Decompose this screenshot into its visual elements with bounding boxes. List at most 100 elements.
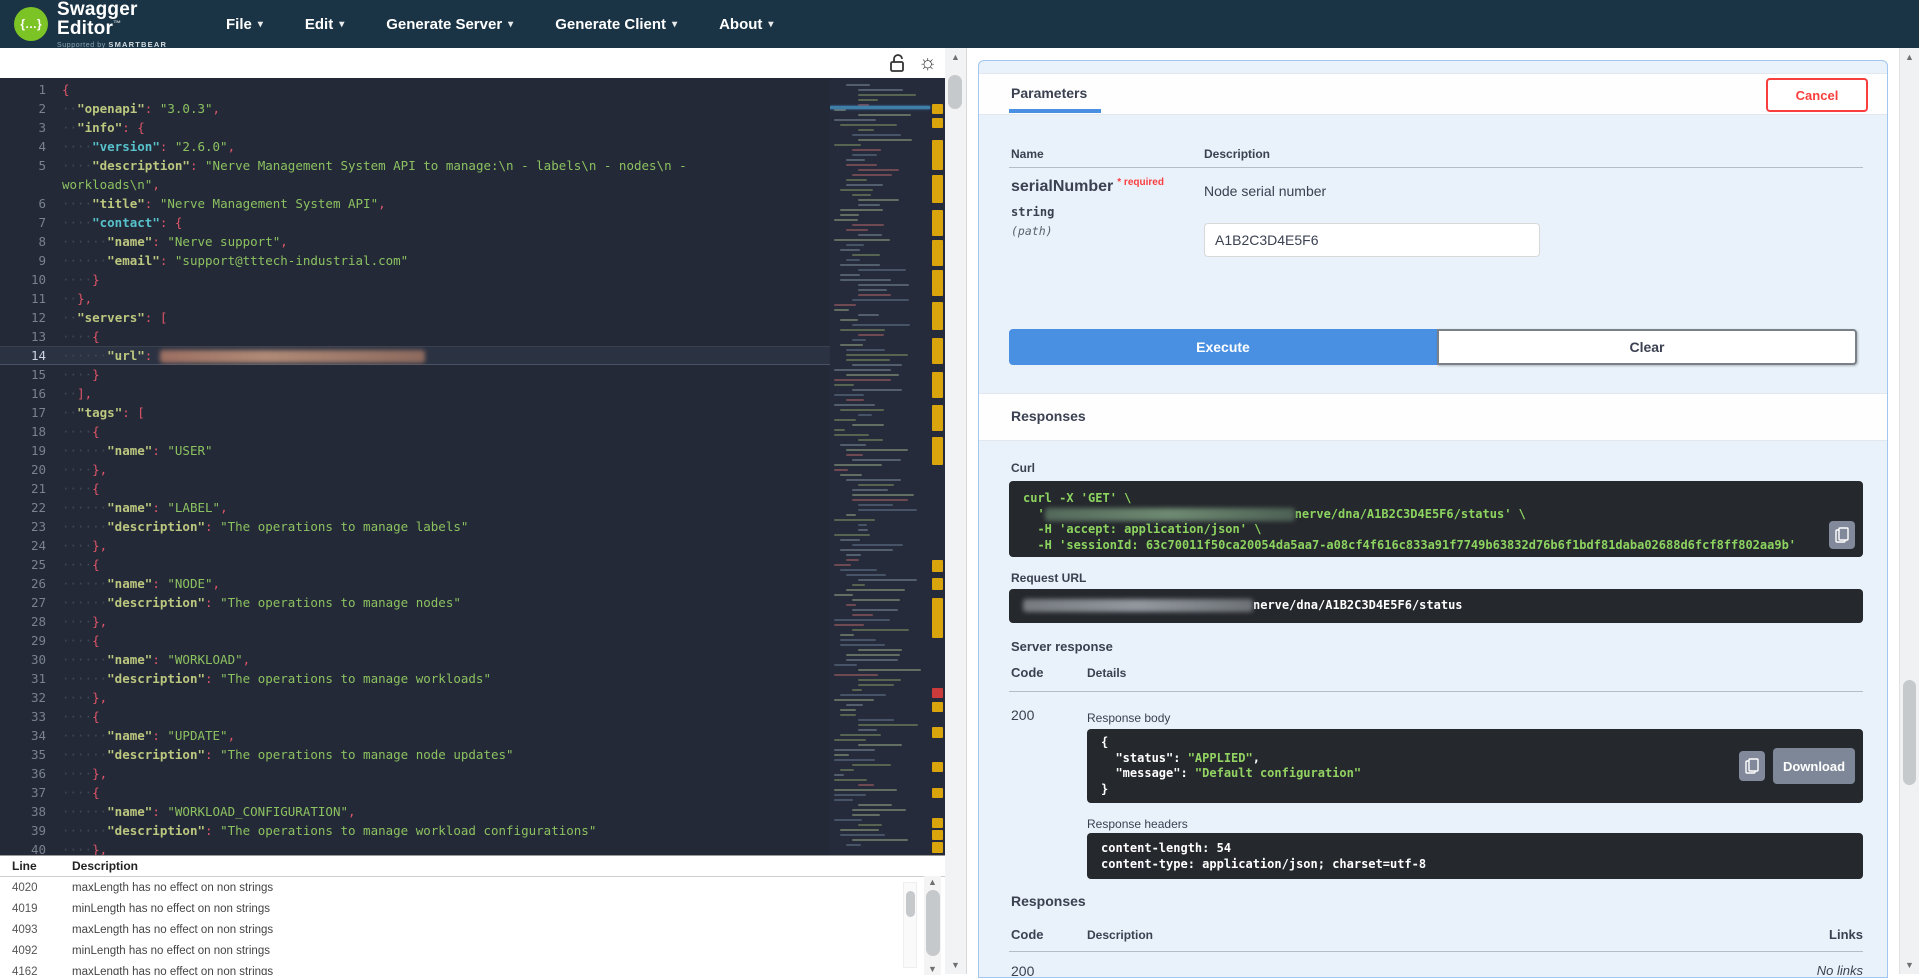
validation-row[interactable]: 4092minLength has no effect on non strin… xyxy=(0,940,945,961)
editor-line[interactable]: 38······"name": "WORKLOAD_CONFIGURATION"… xyxy=(0,802,830,821)
validation-row[interactable]: 4019minLength has no effect on non strin… xyxy=(0,898,945,919)
editor-line[interactable]: 10····} xyxy=(0,270,830,289)
editor-line[interactable]: 40····}, xyxy=(0,840,830,855)
tab-parameters[interactable]: Parameters xyxy=(1011,73,1087,113)
menu-file[interactable]: File▾ xyxy=(226,16,263,33)
editor-line[interactable]: 9······"email": "support@tttech-industri… xyxy=(0,251,830,270)
editor-line[interactable]: 17··"tags": [ xyxy=(0,403,830,422)
warning-mark[interactable] xyxy=(932,372,943,398)
editor-line[interactable]: 7····"contact": { xyxy=(0,213,830,232)
editor-line[interactable]: 22······"name": "LABEL", xyxy=(0,498,830,517)
editor-line[interactable]: 28····}, xyxy=(0,612,830,631)
editor-line[interactable]: 33····{ xyxy=(0,707,830,726)
menu-edit[interactable]: Edit▾ xyxy=(305,16,344,33)
unlock-icon[interactable] xyxy=(888,53,908,73)
editor-line[interactable]: 37····{ xyxy=(0,783,830,802)
warning-mark[interactable] xyxy=(932,338,943,364)
warning-mark[interactable] xyxy=(932,210,943,236)
menu-about[interactable]: About▾ xyxy=(719,16,773,33)
warning-mark[interactable] xyxy=(932,240,943,266)
validation-inner-scrollbar[interactable] xyxy=(903,882,917,968)
code-editor[interactable]: 1{2··"openapi": "3.0.3",3··"info": {4···… xyxy=(0,78,830,855)
editor-line[interactable]: 25····{ xyxy=(0,555,830,574)
warning-mark[interactable] xyxy=(932,302,943,330)
editor-line[interactable]: 20····}, xyxy=(0,460,830,479)
warning-mark[interactable] xyxy=(932,437,943,465)
editor-line[interactable]: 35······"description": "The operations t… xyxy=(0,745,830,764)
editor-line[interactable]: 27······"description": "The operations t… xyxy=(0,593,830,612)
editor-line[interactable]: 39······"description": "The operations t… xyxy=(0,821,830,840)
editor-line[interactable]: 34······"name": "UPDATE", xyxy=(0,726,830,745)
editor-line[interactable]: 3··"info": { xyxy=(0,118,830,137)
validation-scrollbar-thumb[interactable] xyxy=(926,890,940,956)
scroll-up-icon[interactable]: ▲ xyxy=(1900,52,1919,62)
editor-scrollbar-thumb[interactable] xyxy=(948,75,962,109)
download-button[interactable]: Download xyxy=(1773,748,1855,784)
cancel-button[interactable]: Cancel xyxy=(1766,78,1868,112)
warning-mark[interactable] xyxy=(932,727,943,738)
warning-mark[interactable] xyxy=(932,762,943,772)
validation-row[interactable]: 4093maxLength has no effect on non strin… xyxy=(0,919,945,940)
theme-sun-icon[interactable]: ☼ xyxy=(918,50,937,76)
warning-mark[interactable] xyxy=(932,788,943,798)
warning-mark[interactable] xyxy=(932,578,943,590)
editor-line[interactable]: 32····}, xyxy=(0,688,830,707)
warning-mark[interactable] xyxy=(932,560,943,572)
validation-row[interactable]: 4020maxLength has no effect on non strin… xyxy=(0,877,945,898)
right-scrollbar-thumb[interactable] xyxy=(1903,680,1916,785)
editor-minimap[interactable] xyxy=(830,78,945,855)
copy-button[interactable] xyxy=(1829,521,1855,549)
editor-line[interactable]: 31······"description": "The operations t… xyxy=(0,669,830,688)
menu-generate-server[interactable]: Generate Server▾ xyxy=(386,16,513,33)
editor-line[interactable]: 14······"url": xyxy=(0,346,830,365)
warning-mark[interactable] xyxy=(932,175,943,203)
warning-mark[interactable] xyxy=(932,405,943,431)
scroll-down-icon[interactable]: ▼ xyxy=(945,960,966,970)
warning-mark[interactable] xyxy=(932,818,943,828)
editor-line[interactable]: 6····"title": "Nerve Management System A… xyxy=(0,194,830,213)
editor-line[interactable]: 13····{ xyxy=(0,327,830,346)
editor-line[interactable]: 5····"description": "Nerve Management Sy… xyxy=(0,156,830,175)
warning-mark[interactable] xyxy=(932,104,943,114)
error-mark[interactable] xyxy=(932,688,943,698)
editor-line[interactable]: 19······"name": "USER" xyxy=(0,441,830,460)
editor-scrollbar[interactable]: ▲ ▼ xyxy=(945,48,967,974)
editor-line[interactable]: 16··], xyxy=(0,384,830,403)
validation-inner-thumb[interactable] xyxy=(906,891,915,917)
editor-line[interactable]: 15····} xyxy=(0,365,830,384)
serial-number-input[interactable] xyxy=(1204,223,1540,257)
execute-button[interactable]: Execute xyxy=(1009,329,1437,365)
editor-line[interactable]: 8······"name": "Nerve support", xyxy=(0,232,830,251)
editor-line[interactable]: 29····{ xyxy=(0,631,830,650)
copy-button[interactable] xyxy=(1739,751,1765,781)
validation-scrollbar[interactable]: ▲ ▼ xyxy=(924,876,941,975)
warning-mark[interactable] xyxy=(932,270,943,296)
editor-line[interactable]: 24····}, xyxy=(0,536,830,555)
editor-line[interactable]: 12··"servers": [ xyxy=(0,308,830,327)
editor-line[interactable]: 2··"openapi": "3.0.3", xyxy=(0,99,830,118)
scroll-up-icon[interactable]: ▲ xyxy=(924,877,941,887)
editor-line[interactable]: 4····"version": "2.6.0", xyxy=(0,137,830,156)
validation-row[interactable]: 4162maxLength has no effect on non strin… xyxy=(0,961,945,975)
warning-mark[interactable] xyxy=(932,830,943,840)
right-pane-scrollbar[interactable]: ▲ ▼ xyxy=(1899,48,1919,974)
editor-line[interactable]: 30······"name": "WORKLOAD", xyxy=(0,650,830,669)
editor-line[interactable]: 1{ xyxy=(0,80,830,99)
scroll-down-icon[interactable]: ▼ xyxy=(924,964,941,974)
warning-mark[interactable] xyxy=(932,702,943,712)
scroll-down-icon[interactable]: ▼ xyxy=(1900,960,1919,970)
clear-button[interactable]: Clear xyxy=(1437,329,1857,365)
editor-line[interactable]: 36····}, xyxy=(0,764,830,783)
scroll-up-icon[interactable]: ▲ xyxy=(945,52,966,62)
editor-line[interactable]: workloads\n", xyxy=(0,175,830,194)
editor-line[interactable]: 11··}, xyxy=(0,289,830,308)
editor-line[interactable]: 21····{ xyxy=(0,479,830,498)
warning-mark[interactable] xyxy=(932,598,943,638)
editor-line[interactable]: 26······"name": "NODE", xyxy=(0,574,830,593)
warning-mark[interactable] xyxy=(932,842,943,853)
editor-line[interactable]: 18····{ xyxy=(0,422,830,441)
warning-mark[interactable] xyxy=(932,140,943,170)
menu-generate-client[interactable]: Generate Client▾ xyxy=(555,16,677,33)
warning-mark[interactable] xyxy=(932,118,943,128)
editor-line[interactable]: 23······"description": "The operations t… xyxy=(0,517,830,536)
